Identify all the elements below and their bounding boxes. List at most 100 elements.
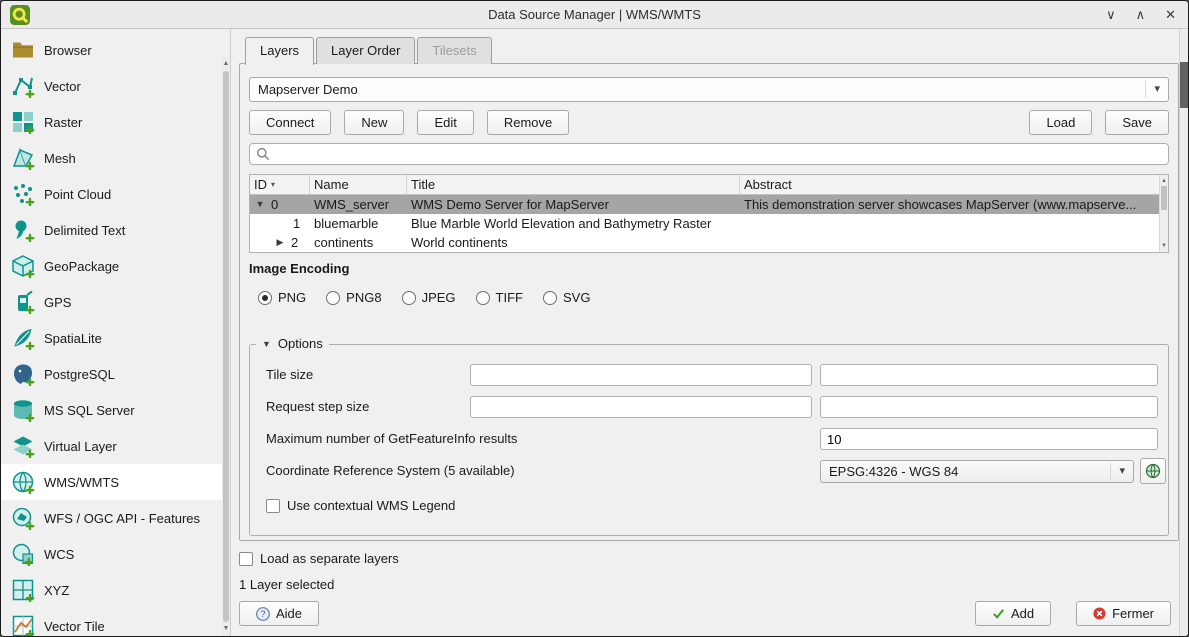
sidebar-item-postgresql[interactable]: PostgreSQL — [1, 356, 222, 392]
source-type-sidebar: Browser Vector Raster Mesh Point Cloud D… — [1, 29, 231, 636]
virtual-layer-icon — [11, 434, 35, 458]
dialog-scrollbar[interactable] — [1179, 29, 1188, 636]
column-header-name[interactable]: Name — [310, 175, 407, 194]
crs-label: Coordinate Reference System (5 available… — [266, 459, 515, 483]
request-step-size-label: Request step size — [266, 395, 369, 419]
close-button[interactable]: ✕ — [1165, 7, 1176, 23]
checkbox-icon[interactable] — [239, 552, 253, 566]
sidebar-item-label: Vector — [44, 79, 81, 94]
table-scrollbar[interactable]: ▲ ▼ — [1159, 175, 1168, 252]
table-row[interactable]: 1 bluemarble Blue Marble World Elevation… — [250, 214, 1168, 233]
wcs-icon — [11, 542, 35, 566]
minimize-button[interactable]: ∨ — [1106, 7, 1116, 23]
scroll-up-icon[interactable]: ▲ — [1160, 176, 1168, 186]
scroll-down-icon[interactable]: ▼ — [1160, 241, 1168, 251]
sidebar-item-spatialite[interactable]: SpatiaLite — [1, 320, 222, 356]
sidebar-item-vector[interactable]: Vector — [1, 68, 222, 104]
sidebar-item-wms-wmts[interactable]: WMS/WMTS — [1, 464, 222, 500]
sidebar-item-raster[interactable]: Raster — [1, 104, 222, 140]
column-header-id[interactable]: ID ▾ — [250, 175, 310, 194]
max-getfeatureinfo-input[interactable] — [820, 428, 1158, 450]
radio-button-icon — [326, 291, 340, 305]
table-scrollbar-thumb[interactable] — [1161, 186, 1167, 210]
tile-height-input[interactable] — [820, 364, 1158, 386]
sidebar-scrollbar[interactable]: ▲ ▼ — [222, 57, 230, 636]
dialog-button-row: ? Aide Add Fermer — [239, 601, 1171, 626]
delimited-text-icon — [11, 218, 35, 242]
search-input[interactable] — [275, 145, 1162, 163]
sidebar-item-label: WFS / OGC API - Features — [44, 511, 200, 526]
remove-button[interactable]: Remove — [487, 110, 569, 135]
data-source-manager-window: Data Source Manager | WMS/WMTS ∨ ∧ ✕ Bro… — [0, 0, 1189, 637]
sidebar-item-delimited-text[interactable]: Delimited Text — [1, 212, 222, 248]
sidebar-item-mssql[interactable]: MS SQL Server — [1, 392, 222, 428]
svg-text:?: ? — [260, 609, 265, 619]
options-group-title[interactable]: ▼ Options — [256, 336, 329, 351]
scroll-down-icon[interactable]: ▼ — [222, 624, 230, 634]
close-dialog-button[interactable]: Fermer — [1076, 601, 1171, 626]
sidebar-item-virtual-layer[interactable]: Virtual Layer — [1, 428, 222, 464]
dialog-scrollbar-thumb[interactable] — [1180, 62, 1188, 108]
crs-select[interactable]: EPSG:4326 - WGS 84 ▾ — [820, 460, 1134, 483]
radio-jpeg[interactable]: JPEG — [402, 290, 456, 305]
sidebar-item-xyz[interactable]: XYZ — [1, 572, 222, 608]
sidebar-item-label: WCS — [44, 547, 74, 562]
load-separate-checkbox-row[interactable]: Load as separate layers — [239, 551, 399, 566]
expander-collapsed-icon[interactable]: ▶ — [273, 233, 287, 252]
save-button[interactable]: Save — [1105, 110, 1169, 135]
radio-tiff[interactable]: TIFF — [476, 290, 523, 305]
maximize-button[interactable]: ∧ — [1136, 7, 1146, 23]
radio-png8[interactable]: PNG8 — [326, 290, 381, 305]
selection-status: 1 Layer selected — [239, 577, 334, 592]
new-button[interactable]: New — [344, 110, 404, 135]
layers-tab-panel: Mapserver Demo ▾ Connect New Edit Remove… — [239, 63, 1179, 541]
help-button[interactable]: ? Aide — [239, 601, 319, 626]
edit-button[interactable]: Edit — [417, 110, 473, 135]
step-width-input[interactable] — [470, 396, 812, 418]
table-row[interactable]: ▼ 0 WMS_server WMS Demo Server for MapSe… — [250, 195, 1168, 214]
wms-icon — [11, 470, 35, 494]
sidebar-item-vector-tile[interactable]: Vector Tile — [1, 608, 222, 636]
sidebar-scrollbar-thumb[interactable] — [223, 71, 229, 622]
connection-select[interactable]: Mapserver Demo ▾ — [249, 77, 1169, 102]
sidebar-item-browser[interactable]: Browser — [1, 32, 222, 68]
column-header-abstract[interactable]: Abstract — [740, 175, 1168, 194]
cancel-icon — [1093, 607, 1106, 620]
tab-layers[interactable]: Layers — [245, 37, 314, 65]
sidebar-item-wcs[interactable]: WCS — [1, 536, 222, 572]
sidebar-item-geopackage[interactable]: GeoPackage — [1, 248, 222, 284]
sidebar-item-label: GPS — [44, 295, 71, 310]
tile-width-input[interactable] — [470, 364, 812, 386]
sidebar-item-point-cloud[interactable]: Point Cloud — [1, 176, 222, 212]
step-height-input[interactable] — [820, 396, 1158, 418]
column-header-title[interactable]: Title — [407, 175, 740, 194]
sidebar-item-label: Raster — [44, 115, 82, 130]
connect-button[interactable]: Connect — [249, 110, 331, 135]
tab-layer-order[interactable]: Layer Order — [316, 37, 415, 64]
radio-png[interactable]: PNG — [258, 290, 306, 305]
image-encoding-options: PNG PNG8 JPEG TIFF SVG — [258, 290, 590, 305]
point-cloud-icon — [11, 182, 35, 206]
expander-expanded-icon[interactable]: ▼ — [253, 195, 267, 214]
sidebar-item-label: Delimited Text — [44, 223, 125, 238]
radio-svg[interactable]: SVG — [543, 290, 590, 305]
sidebar-item-gps[interactable]: GPS — [1, 284, 222, 320]
load-button[interactable]: Load — [1029, 110, 1092, 135]
sidebar-item-wfs[interactable]: WFS / OGC API - Features — [1, 500, 222, 536]
mesh-icon — [11, 146, 35, 170]
wms-panel: Layers Layer Order Tilesets Mapserver De… — [231, 29, 1179, 636]
table-row[interactable]: ▶ 2 continents World continents — [250, 233, 1168, 252]
add-button[interactable]: Add — [975, 601, 1051, 626]
spatialite-icon — [11, 326, 35, 350]
check-icon — [992, 607, 1005, 620]
connection-selected-value: Mapserver Demo — [258, 82, 358, 97]
table-header: ID ▾ Name Title Abstract — [250, 175, 1168, 195]
radio-button-icon — [543, 291, 557, 305]
checkbox-icon[interactable] — [266, 499, 280, 513]
sidebar-item-label: SpatiaLite — [44, 331, 102, 346]
sidebar-item-mesh[interactable]: Mesh — [1, 140, 222, 176]
crs-picker-button[interactable] — [1140, 458, 1166, 484]
contextual-legend-checkbox-row[interactable]: Use contextual WMS Legend — [266, 498, 455, 513]
folder-icon — [11, 38, 35, 62]
scroll-up-icon[interactable]: ▲ — [222, 59, 230, 69]
